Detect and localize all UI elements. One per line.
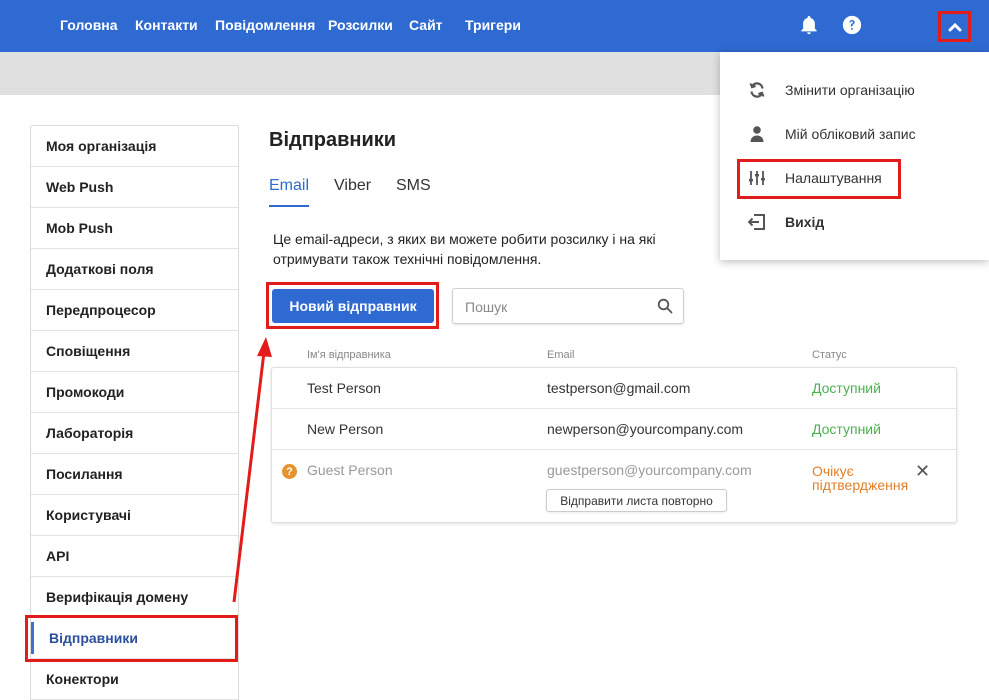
search-box bbox=[452, 288, 684, 324]
resend-email-button[interactable]: Відправити листа повторно bbox=[546, 489, 727, 512]
search-input[interactable] bbox=[465, 297, 645, 317]
status-line-2: підтвердження bbox=[812, 477, 909, 493]
search-icon[interactable] bbox=[657, 298, 673, 314]
sender-name: New Person bbox=[307, 421, 384, 437]
status-badge: Доступний bbox=[812, 380, 881, 396]
tab-viber[interactable]: Viber bbox=[334, 177, 371, 195]
menu-item-my-account[interactable]: Мій обліковий запис bbox=[720, 114, 989, 154]
page-title: Відправники bbox=[269, 129, 397, 151]
menu-item-label: Вихід bbox=[785, 214, 825, 230]
user-icon bbox=[750, 126, 764, 142]
refresh-icon bbox=[749, 82, 765, 98]
collapse-menu-button[interactable] bbox=[938, 11, 971, 42]
status-badge: Очікує підтвердження bbox=[812, 464, 908, 492]
column-header-email: Email bbox=[547, 349, 575, 361]
nav-item-home[interactable]: Головна bbox=[60, 17, 118, 33]
delete-sender-icon[interactable]: ✕ bbox=[915, 462, 930, 480]
table-row: New Person newperson@yourcompany.com Дос… bbox=[272, 409, 956, 450]
status-badge: Доступний bbox=[812, 421, 881, 437]
senders-table: Test Person testperson@gmail.com Доступн… bbox=[271, 367, 957, 523]
sender-name: Test Person bbox=[307, 380, 381, 396]
menu-item-change-organization[interactable]: Змінити організацію bbox=[720, 70, 989, 110]
menu-item-logout[interactable]: Вихід bbox=[720, 202, 989, 242]
sidebar-item-domain-verification[interactable]: Верифікація домену bbox=[31, 577, 238, 618]
sidebar-item-users[interactable]: Користувачі bbox=[31, 495, 238, 536]
tab-sms[interactable]: SMS bbox=[396, 177, 431, 195]
sidebar-item-preprocessor[interactable]: Передпроцесор bbox=[31, 290, 238, 331]
top-navigation-bar: Головна Контакти Повідомлення Розсилки С… bbox=[0, 0, 989, 52]
menu-item-label: Змінити організацію bbox=[785, 82, 915, 98]
bell-icon[interactable] bbox=[798, 14, 820, 36]
sidebar-item-notifications[interactable]: Сповіщення bbox=[31, 331, 238, 372]
sidebar-item-senders[interactable]: Відправники bbox=[31, 618, 238, 659]
nav-item-campaigns[interactable]: Розсилки bbox=[328, 17, 393, 33]
menu-item-settings[interactable]: Налаштування bbox=[720, 158, 989, 198]
settings-sidebar: Моя організація Web Push Mob Push Додатк… bbox=[30, 125, 239, 700]
new-sender-button[interactable]: Новий відправник bbox=[272, 289, 434, 323]
senders-description: Це email-адреси, з яких ви можете робити… bbox=[273, 231, 656, 267]
table-row: Test Person testperson@gmail.com Доступн… bbox=[272, 368, 956, 409]
sidebar-item-my-organization[interactable]: Моя організація bbox=[31, 126, 238, 167]
column-header-status: Статус bbox=[812, 349, 847, 361]
sliders-icon bbox=[749, 171, 765, 185]
sidebar-item-web-push[interactable]: Web Push bbox=[31, 167, 238, 208]
sidebar-item-mob-push[interactable]: Mob Push bbox=[31, 208, 238, 249]
sidebar-item-connectors[interactable]: Конектори bbox=[31, 659, 238, 700]
column-header-sender-name: Ім'я відправника bbox=[307, 349, 391, 361]
sender-email: guestperson@yourcompany.com bbox=[547, 462, 752, 478]
help-icon[interactable] bbox=[841, 14, 863, 36]
user-dropdown-menu: Змінити організацію Мій обліковий запис … bbox=[720, 52, 989, 260]
logout-icon bbox=[748, 214, 765, 230]
sidebar-item-links[interactable]: Посилання bbox=[31, 454, 238, 495]
nav-item-triggers[interactable]: Тригери bbox=[465, 17, 521, 33]
sidebar-item-laboratory[interactable]: Лабораторія bbox=[31, 413, 238, 454]
sender-email: testperson@gmail.com bbox=[547, 380, 691, 396]
sidebar-item-api[interactable]: API bbox=[31, 536, 238, 577]
nav-item-contacts[interactable]: Контакти bbox=[135, 17, 198, 33]
sidebar-item-custom-fields[interactable]: Додаткові поля bbox=[31, 249, 238, 290]
pending-question-icon: ? bbox=[282, 464, 297, 479]
chevron-up-icon bbox=[948, 22, 961, 31]
sender-email: newperson@yourcompany.com bbox=[547, 421, 744, 437]
sender-name: Guest Person bbox=[307, 462, 393, 478]
menu-item-label: Налаштування bbox=[785, 170, 882, 186]
active-tab-indicator bbox=[269, 205, 309, 207]
nav-item-site[interactable]: Сайт bbox=[409, 17, 443, 33]
tab-email[interactable]: Email bbox=[269, 177, 309, 195]
table-row: ? Guest Person guestperson@yourcompany.c… bbox=[272, 450, 956, 522]
nav-item-messages[interactable]: Повідомлення bbox=[215, 17, 315, 33]
menu-item-label: Мій обліковий запис bbox=[785, 126, 916, 142]
sidebar-item-promocodes[interactable]: Промокоди bbox=[31, 372, 238, 413]
